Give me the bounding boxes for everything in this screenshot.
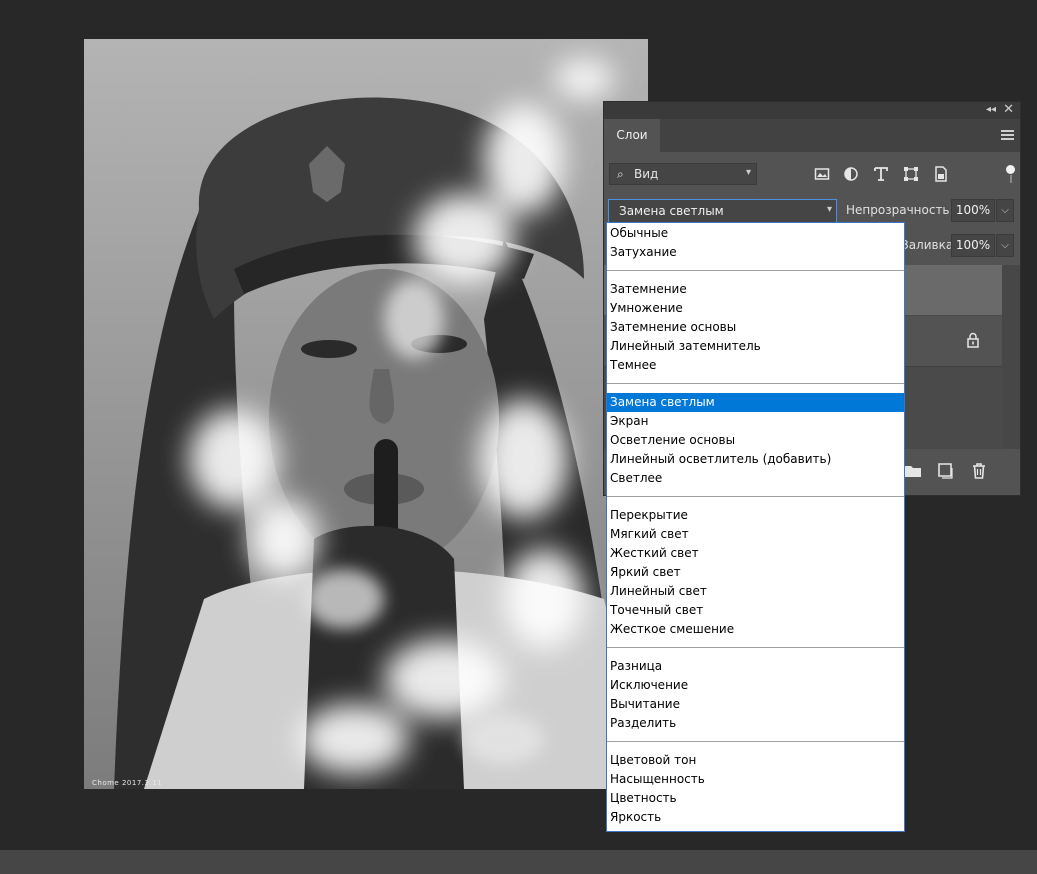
blend-option[interactable]: Разделить: [607, 714, 904, 733]
panel-tab-bar: Слои: [604, 119, 1020, 152]
adjustment-filter-icon[interactable]: [843, 166, 859, 182]
blend-option[interactable]: Затемнение: [607, 280, 904, 299]
layer-list-scrollbar[interactable]: [1002, 265, 1020, 449]
blend-option[interactable]: Жесткий свет: [607, 544, 904, 563]
blend-option[interactable]: Перекрытие: [607, 506, 904, 525]
blend-option[interactable]: Замена светлым: [607, 393, 904, 412]
blend-option[interactable]: Яркий свет: [607, 563, 904, 582]
search-icon: ⌕: [617, 167, 624, 181]
blend-option[interactable]: Обычные: [607, 224, 904, 243]
close-icon[interactable]: ✕: [1003, 102, 1014, 117]
blend-option[interactable]: Мягкий свет: [607, 525, 904, 544]
blend-option[interactable]: Жесткое смешение: [607, 620, 904, 639]
filter-toggle-switch[interactable]: [1006, 165, 1015, 185]
blend-option[interactable]: Светлее: [607, 469, 904, 488]
new-layer-icon[interactable]: [936, 462, 954, 480]
blend-option[interactable]: Вычитание: [607, 695, 904, 714]
image-filter-icon[interactable]: [814, 166, 830, 182]
menu-separator: [607, 496, 904, 497]
blend-option[interactable]: Экран: [607, 412, 904, 431]
artwork-signature: Chome 2017.3.11: [92, 779, 163, 787]
chevron-down-icon: ▾: [826, 204, 832, 215]
opacity-input[interactable]: 100%: [951, 199, 995, 222]
fill-dropdown-button[interactable]: ⌵: [996, 234, 1014, 257]
blend-mode-select[interactable]: Замена светлым ▾: [608, 199, 837, 223]
blend-mode-value: Замена светлым: [619, 204, 724, 218]
blend-option[interactable]: Цветовой тон: [607, 751, 904, 770]
type-filter-icon[interactable]: [873, 166, 889, 182]
blend-option[interactable]: Насыщенность: [607, 770, 904, 789]
blend-option[interactable]: Разница: [607, 657, 904, 676]
menu-separator: [607, 741, 904, 742]
blend-option[interactable]: Затухание: [607, 243, 904, 262]
trash-icon[interactable]: [970, 462, 988, 480]
blend-option[interactable]: Точечный свет: [607, 601, 904, 620]
blend-option[interactable]: Линейный затемнитель: [607, 337, 904, 356]
fill-input[interactable]: 100%: [951, 234, 995, 257]
shape-filter-icon[interactable]: [903, 166, 919, 182]
blend-option[interactable]: Линейный осветлитель (добавить): [607, 450, 904, 469]
opacity-dropdown-button[interactable]: ⌵: [996, 199, 1014, 222]
blend-option[interactable]: Цветность: [607, 789, 904, 808]
collapse-panel-icon[interactable]: ◂◂: [986, 104, 996, 115]
panel-title-bar[interactable]: ◂◂ ✕: [604, 102, 1020, 119]
blend-option[interactable]: Темнее: [607, 356, 904, 375]
menu-separator: [607, 270, 904, 271]
panel-menu-icon[interactable]: [1001, 130, 1014, 140]
blend-option[interactable]: Осветление основы: [607, 431, 904, 450]
blend-option[interactable]: Линейный свет: [607, 582, 904, 601]
blend-mode-dropdown[interactable]: Обычные Затухание Затемнение Умножение Затем…: [606, 222, 905, 832]
smart-object-filter-icon[interactable]: [933, 166, 949, 182]
new-group-icon[interactable]: [904, 462, 922, 480]
layer-filter-label: Вид: [634, 167, 659, 181]
blend-option[interactable]: Умножение: [607, 299, 904, 318]
status-bar: [0, 850, 1037, 874]
lock-icon[interactable]: [966, 332, 980, 348]
artwork-image: [84, 39, 648, 789]
blend-option[interactable]: Яркость: [607, 808, 904, 827]
opacity-label: Непрозрачность:: [846, 203, 954, 217]
fill-label: Заливка:: [901, 238, 958, 252]
blend-option[interactable]: Исключение: [607, 676, 904, 695]
document-image[interactable]: Chome 2017.3.11: [84, 39, 648, 789]
menu-separator: [607, 383, 904, 384]
menu-separator: [607, 647, 904, 648]
chevron-down-icon: ▾: [745, 167, 751, 178]
layer-filter-select[interactable]: ⌕ Вид ▾: [609, 163, 757, 185]
tab-layers[interactable]: Слои: [604, 119, 660, 152]
blend-option[interactable]: Затемнение основы: [607, 318, 904, 337]
